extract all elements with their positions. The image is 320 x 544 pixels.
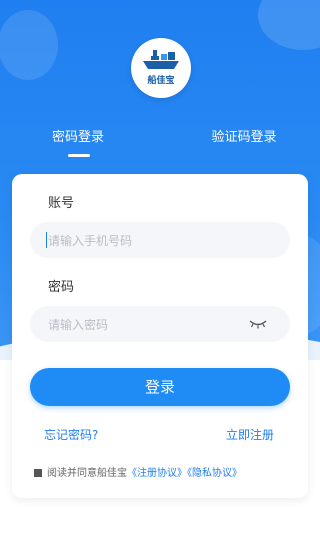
forgot-password-link[interactable]: 忘记密码?	[44, 426, 98, 443]
ship-icon	[143, 50, 179, 69]
phone-field[interactable]	[30, 222, 290, 260]
active-tab-indicator	[68, 154, 90, 157]
tab-password-login[interactable]: 密码登录	[48, 128, 108, 156]
password-input[interactable]	[46, 306, 240, 344]
agreement-checkbox[interactable]	[34, 469, 42, 477]
decorative-bubble	[0, 10, 58, 80]
phone-input[interactable]	[46, 222, 240, 260]
password-field[interactable]	[30, 306, 290, 344]
account-label: 账号	[48, 196, 75, 211]
logo-text: 船佳宝	[147, 76, 175, 86]
privacy-link[interactable]: 《隐私协议》	[187, 468, 242, 479]
terms-link[interactable]: 《注册协议》	[127, 468, 187, 479]
register-link[interactable]: 立即注册	[226, 426, 274, 443]
login-button[interactable]: 登录	[30, 368, 290, 406]
agreement-row: 阅读并同意船佳宝《注册协议》《隐私协议》	[34, 464, 242, 479]
decorative-bubble	[258, 0, 320, 50]
tab-code-login[interactable]: 验证码登录	[208, 128, 280, 156]
agreement-text: 阅读并同意船佳宝	[47, 468, 127, 479]
login-tabs: 密码登录 验证码登录	[0, 128, 320, 164]
password-label: 密码	[48, 280, 75, 295]
eye-closed-icon[interactable]	[248, 318, 268, 330]
app-logo: 船佳宝	[131, 38, 191, 98]
login-card: 账号 密码 登录 忘记密码? 立即注册 阅读并同意船佳宝《注册协议》《隐私协议》	[12, 174, 308, 498]
